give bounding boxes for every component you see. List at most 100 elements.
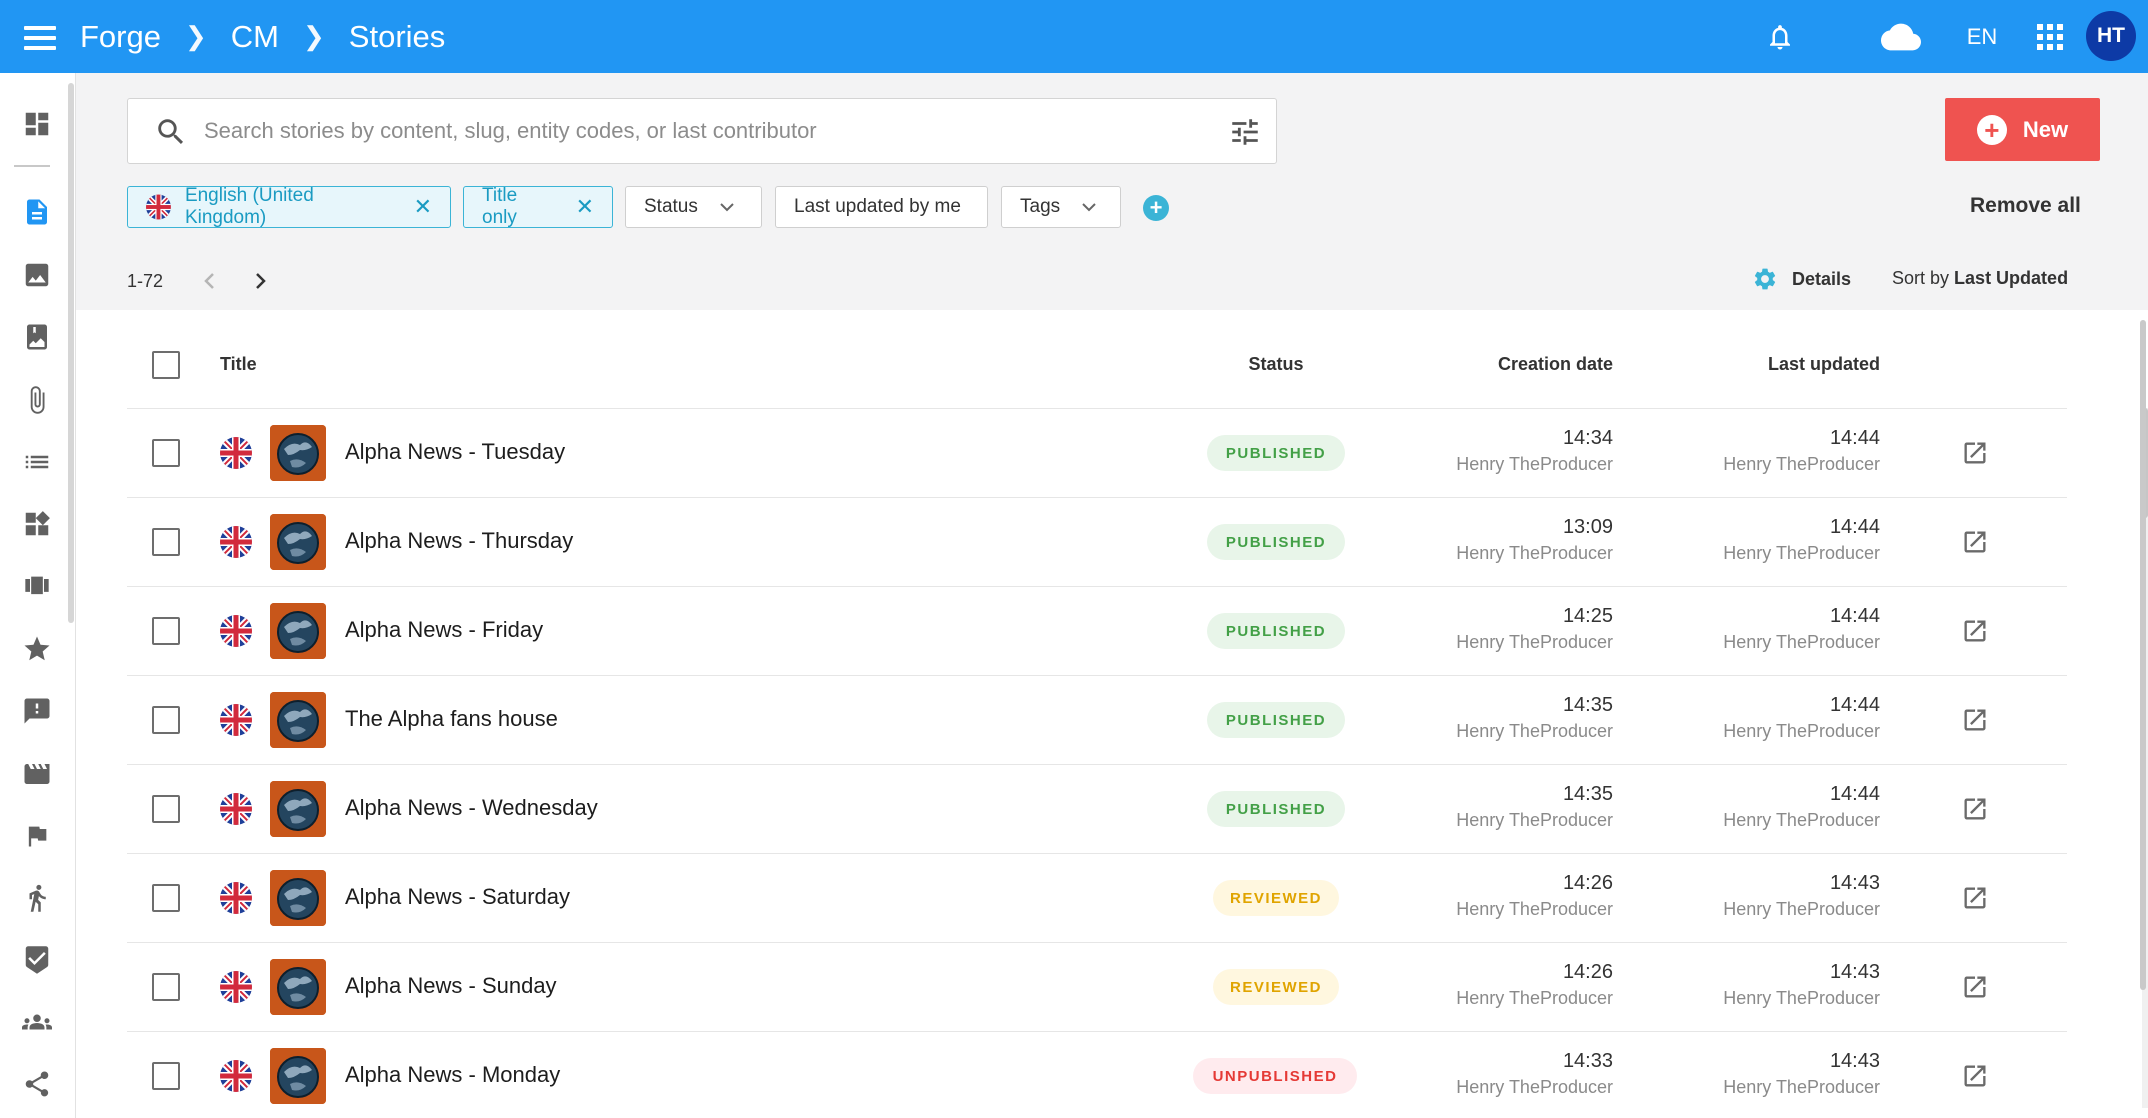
- chevron-right-icon[interactable]: [250, 268, 270, 299]
- dashboard-icon[interactable]: [18, 105, 56, 143]
- people-icon[interactable]: [18, 1003, 56, 1041]
- widgets-icon[interactable]: [18, 505, 56, 543]
- breadcrumb-stories[interactable]: Stories: [349, 19, 445, 55]
- search-input[interactable]: [204, 111, 1204, 151]
- chevron-right-icon: ❯: [184, 21, 207, 51]
- close-icon[interactable]: ✕: [414, 194, 432, 220]
- row-checkbox[interactable]: [152, 795, 180, 823]
- list-icon[interactable]: [18, 443, 56, 481]
- filter-chip-language[interactable]: English (United Kingdom) ✕: [127, 185, 451, 228]
- story-thumbnail[interactable]: [270, 1048, 326, 1104]
- open-in-new-icon[interactable]: [1961, 884, 1989, 912]
- column-last-updated[interactable]: Last updated: [1580, 354, 1880, 375]
- story-thumbnail[interactable]: [270, 692, 326, 748]
- breadcrumb-forge[interactable]: Forge: [80, 19, 161, 55]
- details-toggle[interactable]: Details: [1752, 266, 1851, 292]
- updated-time: 14:44: [1829, 605, 1880, 627]
- stories-icon[interactable]: [18, 193, 56, 231]
- table-row[interactable]: Alpha News - Saturday REVIEWED 14:26 Hen…: [127, 854, 2067, 943]
- row-checkbox[interactable]: [152, 617, 180, 645]
- row-checkbox[interactable]: [152, 1062, 180, 1090]
- updated-user: Henry TheProducer: [1723, 721, 1880, 741]
- updated-time: 14:43: [1829, 961, 1880, 983]
- carousel-icon[interactable]: [18, 567, 56, 605]
- select-all-checkbox[interactable]: [152, 351, 180, 379]
- star-icon[interactable]: [18, 630, 56, 668]
- cloud-icon[interactable]: [1880, 0, 1922, 73]
- story-thumbnail[interactable]: [270, 959, 326, 1015]
- open-in-new-icon[interactable]: [1961, 617, 1989, 645]
- images-icon[interactable]: [18, 256, 56, 294]
- story-title[interactable]: Alpha News - Tuesday: [345, 439, 565, 465]
- creation-user: Henry TheProducer: [1456, 543, 1613, 563]
- table-row[interactable]: Alpha News - Tuesday PUBLISHED 14:34 Hen…: [127, 409, 2067, 498]
- breadcrumb-cm[interactable]: CM: [231, 19, 279, 55]
- page-scrollbar[interactable]: [2140, 320, 2146, 990]
- table-row[interactable]: Alpha News - Wednesday PUBLISHED 14:35 H…: [127, 765, 2067, 854]
- row-checkbox[interactable]: [152, 528, 180, 556]
- column-creation-date[interactable]: Creation date: [1313, 354, 1613, 375]
- creation-user: Henry TheProducer: [1456, 632, 1613, 652]
- attachment-icon[interactable]: [18, 381, 56, 419]
- apps-grid-icon[interactable]: [2035, 0, 2065, 73]
- creation-time: 14:26: [1562, 961, 1613, 983]
- feedback-icon[interactable]: [18, 692, 56, 730]
- story-title[interactable]: Alpha News - Friday: [345, 617, 543, 643]
- open-in-new-icon[interactable]: [1961, 528, 1989, 556]
- story-title[interactable]: Alpha News - Saturday: [345, 884, 570, 910]
- open-in-new-icon[interactable]: [1961, 439, 1989, 467]
- story-thumbnail[interactable]: [270, 870, 326, 926]
- table-row[interactable]: Alpha News - Monday UNPUBLISHED 14:33 He…: [127, 1032, 2067, 1118]
- row-checkbox[interactable]: [152, 884, 180, 912]
- story-thumbnail[interactable]: [270, 425, 326, 481]
- verified-icon[interactable]: [18, 941, 56, 979]
- column-title[interactable]: Title: [220, 354, 257, 375]
- row-checkbox[interactable]: [152, 973, 180, 1001]
- sort-selector[interactable]: Sort by Last Updated: [1892, 268, 2068, 289]
- notifications-bell-icon[interactable]: [1760, 0, 1800, 73]
- story-title[interactable]: Alpha News - Sunday: [345, 973, 557, 999]
- story-thumbnail[interactable]: [270, 514, 326, 570]
- new-story-button[interactable]: + New: [1945, 98, 2100, 161]
- open-in-new-icon[interactable]: [1961, 973, 1989, 1001]
- filter-chip-title-only[interactable]: Title only ✕: [463, 185, 613, 228]
- last-updated-cell: 14:44 Henry TheProducer: [1580, 783, 1880, 831]
- sports-icon[interactable]: [18, 879, 56, 917]
- table-row[interactable]: Alpha News - Friday PUBLISHED 14:25 Henr…: [127, 587, 2067, 676]
- story-title[interactable]: The Alpha fans house: [345, 706, 558, 732]
- add-filter-button[interactable]: +: [1143, 195, 1169, 221]
- chevron-left-icon[interactable]: [200, 268, 220, 299]
- nav-scrollbar[interactable]: [68, 83, 74, 623]
- open-in-new-icon[interactable]: [1961, 795, 1989, 823]
- user-avatar[interactable]: HT: [2086, 11, 2136, 61]
- story-title[interactable]: Alpha News - Thursday: [345, 528, 573, 554]
- new-button-label: New: [2022, 116, 2069, 142]
- story-title[interactable]: Alpha News - Wednesday: [345, 795, 598, 821]
- flag-icon[interactable]: [18, 817, 56, 855]
- updated-time: 14:43: [1829, 872, 1880, 894]
- language-selector[interactable]: EN: [1962, 0, 2002, 73]
- story-thumbnail[interactable]: [270, 603, 326, 659]
- row-checkbox[interactable]: [152, 439, 180, 467]
- table-row[interactable]: The Alpha fans house PUBLISHED 14:35 Hen…: [127, 676, 2067, 765]
- video-icon[interactable]: [18, 755, 56, 793]
- table-row[interactable]: Alpha News - Sunday REVIEWED 14:26 Henry…: [127, 943, 2067, 1032]
- remove-all-filters[interactable]: Remove all: [1970, 194, 2081, 218]
- open-in-new-icon[interactable]: [1961, 1062, 1989, 1090]
- story-title[interactable]: Alpha News - Monday: [345, 1062, 560, 1088]
- close-icon[interactable]: ✕: [576, 194, 594, 220]
- row-checkbox[interactable]: [152, 706, 180, 734]
- bookmark-icon[interactable]: [18, 318, 56, 356]
- filter-last-updated-by-me[interactable]: Last updated by me: [775, 186, 988, 228]
- filter-settings-icon[interactable]: [1228, 115, 1262, 154]
- open-in-new-icon[interactable]: [1961, 706, 1989, 734]
- updated-user: Henry TheProducer: [1723, 454, 1880, 474]
- updated-time: 14:44: [1829, 427, 1880, 449]
- filter-status-dropdown[interactable]: Status: [625, 186, 762, 228]
- menu-icon[interactable]: [20, 22, 60, 52]
- story-thumbnail[interactable]: [270, 781, 326, 837]
- share-icon[interactable]: [18, 1065, 56, 1103]
- table-row[interactable]: Alpha News - Thursday PUBLISHED 13:09 He…: [127, 498, 2067, 587]
- filter-tags-dropdown[interactable]: Tags: [1001, 186, 1121, 228]
- filter-dropdown-label: Tags: [1020, 196, 1061, 217]
